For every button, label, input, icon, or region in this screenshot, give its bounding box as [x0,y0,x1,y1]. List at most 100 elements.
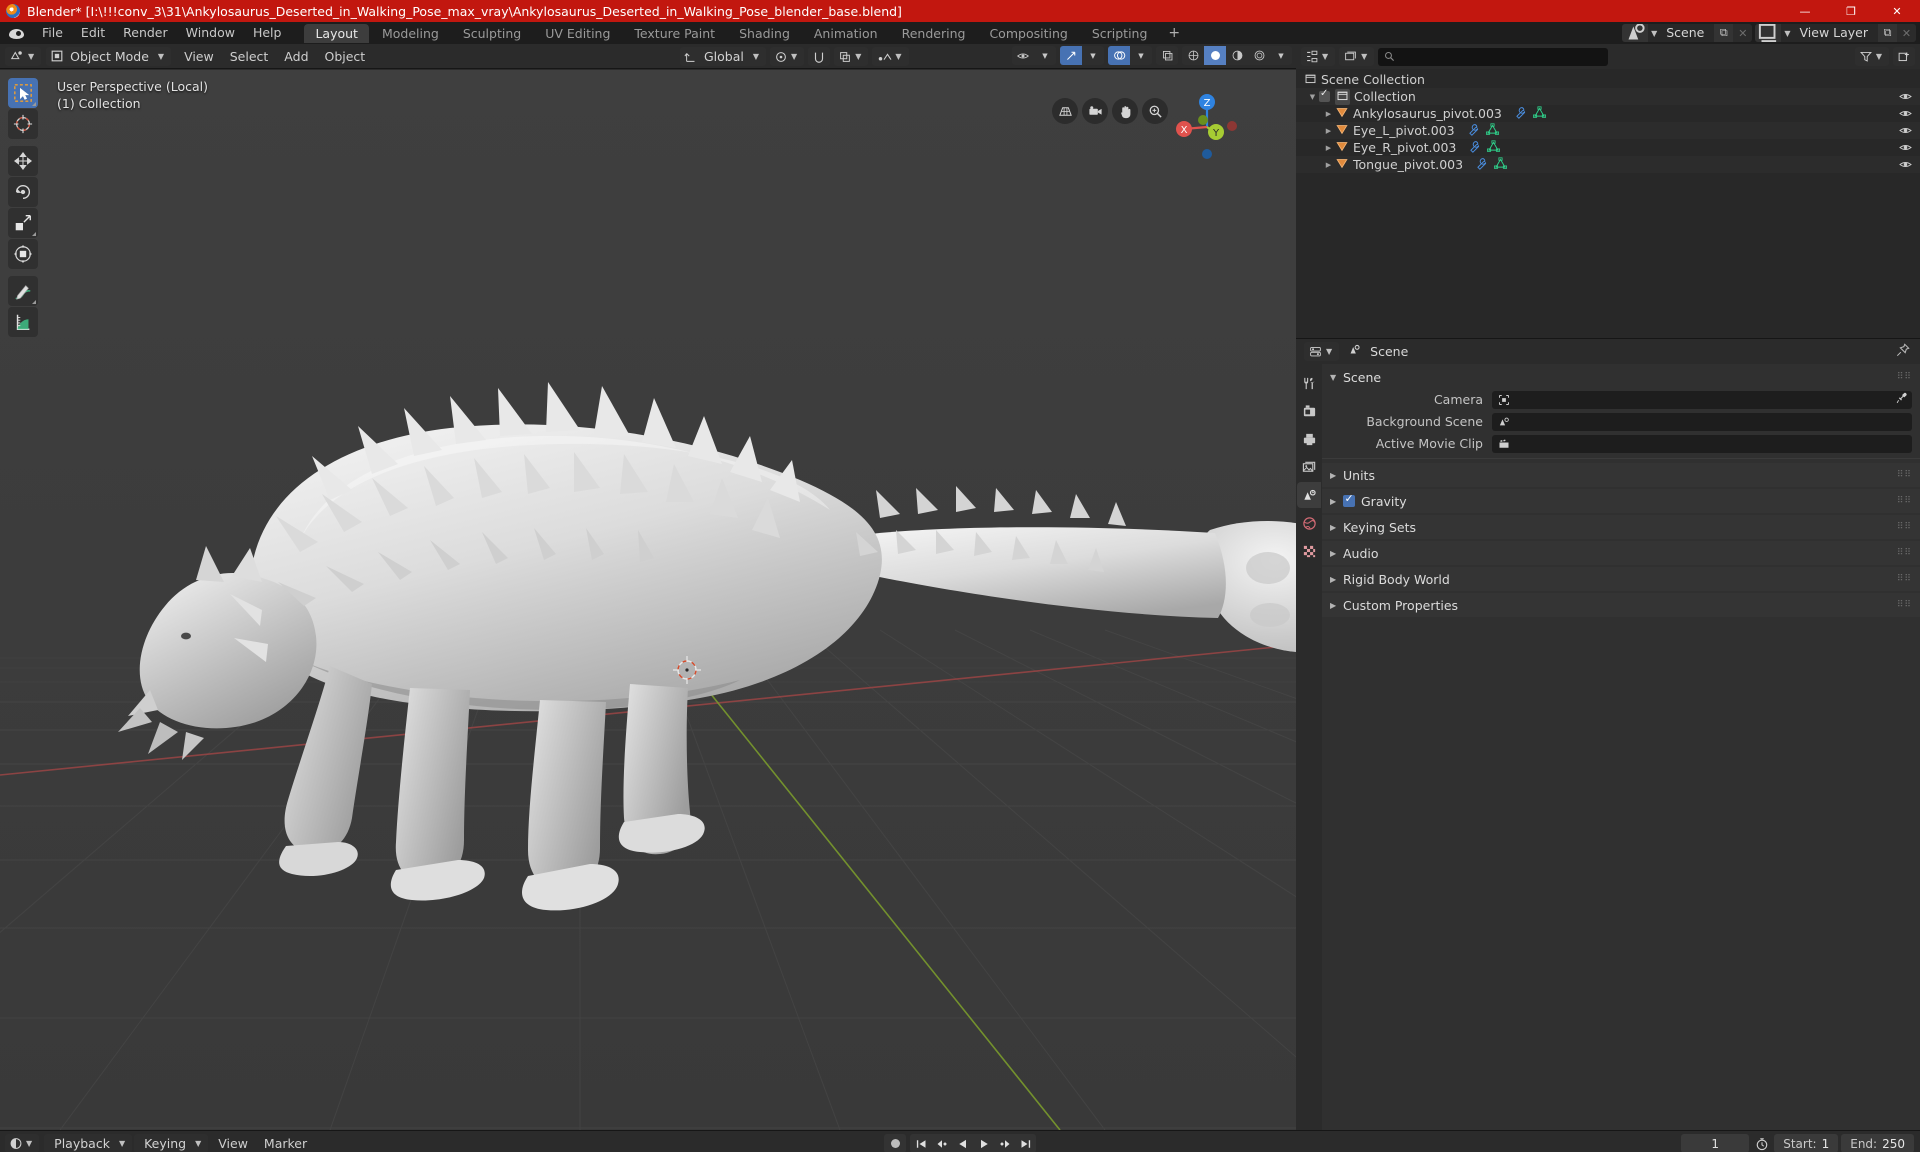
select-box-tool[interactable] [8,78,38,108]
overlays-icon[interactable] [1108,46,1130,65]
disclosure-triangle-icon[interactable]: ▶ [1322,110,1335,118]
new-scene-button[interactable]: ⧉ [1714,24,1734,42]
mesh-data-icon[interactable] [1494,156,1508,173]
minimize-button[interactable]: — [1782,0,1828,22]
drag-handle-icon[interactable]: ⠿⠿ [1897,470,1912,480]
modifier-wrench-icon[interactable] [1514,106,1527,122]
xray-icon[interactable] [1156,46,1178,65]
snap-target-selector[interactable]: ▼ [834,47,869,66]
rendered-shading-icon[interactable] [1248,46,1270,65]
disclosure-triangle-icon[interactable]: ▶ [1322,127,1335,135]
wireframe-shading-icon[interactable] [1182,46,1204,65]
tool-expand-corner[interactable] [32,232,36,236]
remove-view-layer-button[interactable]: ✕ [1897,24,1916,42]
properties-tab-output[interactable] [1297,426,1321,452]
grid-icon[interactable] [1052,98,1078,124]
visibility-eye-icon[interactable] [1899,107,1912,123]
scale-tool[interactable] [8,208,38,238]
visibility-eye-icon[interactable] [1899,124,1912,140]
disclosure-triangle-icon[interactable]: ▶ [1330,601,1343,610]
chevron-down-icon[interactable]: ▼ [1034,46,1056,65]
outliner-search-input[interactable] [1378,47,1609,66]
shading-mode-selector[interactable]: ▼ [1182,46,1292,65]
modifier-wrench-icon[interactable] [1467,123,1480,139]
tab-uv-editing[interactable]: UV Editing [534,24,621,43]
properties-tab-world[interactable] [1297,510,1321,536]
mesh-data-icon[interactable] [1485,122,1499,139]
drag-handle-icon[interactable]: ⠿⠿ [1897,372,1912,382]
visibility-eye-icon[interactable] [1899,141,1912,157]
play-reverse-button[interactable] [952,1134,973,1152]
new-view-layer-button[interactable]: ⧉ [1878,24,1897,42]
properties-tab-scene[interactable] [1297,482,1321,508]
frame-start-input[interactable]: Start: 1 [1774,1134,1839,1152]
material-shading-icon[interactable] [1226,46,1248,65]
overlays-selector[interactable]: ▼ [1108,46,1152,65]
keying-sets-panel[interactable]: ▶ Keying Sets ⠿⠿ [1322,515,1920,539]
frame-end-input[interactable]: End: 250 [1841,1134,1914,1152]
collection-checkbox[interactable] [1319,88,1330,102]
tab-animation[interactable]: Animation [803,24,889,43]
proportional-edit-toggle[interactable]: ▼ [872,47,909,66]
outliner-tree[interactable]: Scene Collection ▼ Collection [1296,69,1920,338]
unlink-scene-button[interactable]: ✕ [1733,24,1753,42]
mesh-data-icon[interactable] [1487,139,1501,156]
drag-handle-icon[interactable]: ⠿⠿ [1897,574,1912,584]
properties-tab-render[interactable] [1297,398,1321,424]
zoom-icon[interactable] [1142,98,1168,124]
outliner-display-mode[interactable]: ▼ [1339,47,1375,66]
view-layer-selector[interactable]: ▼ View Layer ⧉ ✕ [1755,24,1916,42]
visibility-eye-icon[interactable] [1899,158,1912,174]
tab-compositing[interactable]: Compositing [978,24,1078,43]
viewport-menu-object[interactable]: Object [317,47,374,66]
xray-toggle[interactable] [1156,46,1178,65]
properties-editor-type[interactable]: ▼ [1304,342,1340,361]
properties-tab-view-layer[interactable] [1297,454,1321,480]
viewport-menu-select[interactable]: Select [222,47,277,66]
next-keyframe-button[interactable] [994,1134,1015,1152]
pin-icon[interactable] [1896,342,1910,361]
new-collection-button[interactable] [1893,47,1915,66]
hand-icon[interactable] [1112,98,1138,124]
mesh-data-icon[interactable] [1532,105,1546,122]
timeline-view-menu[interactable]: View [210,1134,256,1152]
disclosure-triangle-icon[interactable]: ▶ [1330,497,1343,506]
outliner-editor-type[interactable]: ▼ [1301,47,1336,66]
tab-rendering[interactable]: Rendering [891,24,977,43]
chevron-down-icon[interactable]: ▼ [1270,46,1292,65]
navigation-gizmo[interactable]: Z X Y [1170,90,1244,164]
outliner-filter-button[interactable]: ▼ [1854,47,1889,66]
rigid-body-world-panel[interactable]: ▶ Rigid Body World ⠿⠿ [1322,567,1920,591]
timeline-keying-menu[interactable]: Keying ▼ [134,1134,209,1152]
tab-scripting[interactable]: Scripting [1081,24,1159,43]
gizmo-selector[interactable]: ▼ [1060,46,1104,65]
snap-toggle[interactable] [808,47,831,66]
scene-panel-header[interactable]: ▼ Scene ⠿⠿ [1322,366,1920,388]
chevron-down-icon[interactable]: ▼ [1130,46,1152,65]
drag-handle-icon[interactable]: ⠿⠿ [1897,496,1912,506]
drag-handle-icon[interactable]: ⠿⠿ [1897,548,1912,558]
rotate-tool[interactable] [8,177,38,207]
camera-icon[interactable] [1082,98,1108,124]
gravity-panel[interactable]: ▶ Gravity ⠿⠿ [1322,489,1920,513]
move-tool[interactable] [8,146,38,176]
maximize-button[interactable]: ❐ [1828,0,1874,22]
add-workspace-button[interactable]: + [1160,24,1188,43]
modifier-wrench-icon[interactable] [1468,140,1481,156]
annotate-tool[interactable] [8,276,38,306]
outliner-row-collection[interactable]: ▼ Collection [1296,88,1920,105]
outliner-row-eye-r-pivot[interactable]: ▶ Eye_R_pivot.003 [1296,139,1920,156]
disclosure-triangle-icon[interactable]: ▼ [1330,373,1343,382]
use-preview-range-icon[interactable] [1752,1137,1771,1151]
outliner-row-tongue-pivot[interactable]: ▶ Tongue_pivot.003 [1296,156,1920,173]
audio-panel[interactable]: ▶ Audio ⠿⠿ [1322,541,1920,565]
tool-expand-corner[interactable] [32,300,36,304]
viewport-canvas[interactable]: User Perspective (Local) (1) Collection [0,70,1296,1130]
tab-shading[interactable]: Shading [728,24,801,43]
viewport-menu-view[interactable]: View [176,47,222,66]
custom-properties-panel[interactable]: ▶ Custom Properties ⠿⠿ [1322,593,1920,617]
properties-tab-tool[interactable] [1297,370,1321,396]
cursor-tool[interactable] [8,109,38,139]
jump-to-start-button[interactable] [910,1134,931,1152]
tab-modeling[interactable]: Modeling [371,24,450,43]
